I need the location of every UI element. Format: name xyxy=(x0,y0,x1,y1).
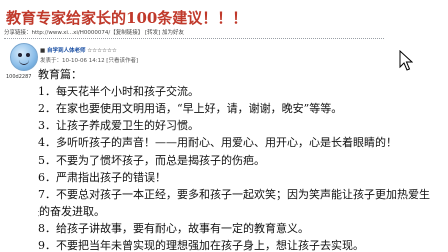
avatar-mouth-icon xyxy=(19,60,29,65)
list-item: 5．不要为了惯坏孩子，而总是揭孩子的伤疤。 xyxy=(38,154,265,167)
list-item: 8．给孩子讲故事，要有耐心，故事有一定的教育意义。 xyxy=(38,222,309,235)
content-heading: 教育篇： xyxy=(38,68,82,81)
page-title: 教育专家给家长的100条建议！！！ xyxy=(6,9,248,27)
divider xyxy=(4,38,384,39)
list-item: 快的奋发进取。 xyxy=(38,205,105,218)
avatar[interactable] xyxy=(10,43,38,71)
list-item: 7．不要总对孩子一本正经，要多和孩子一起欢笑；因为笑声能让孩子更加热爱生 xyxy=(38,188,430,201)
user-id: 100d2287 xyxy=(6,74,32,80)
screenshot-page: 教育专家给家长的100条建议！！！ 分享链接：http://www.xi...x… xyxy=(0,0,448,252)
avatar-eye-icon xyxy=(26,53,30,57)
poster-line: ■ 自学到人体老师 ☆☆☆☆☆☆ xyxy=(40,46,117,54)
poster-rating: ☆☆☆☆☆☆ xyxy=(87,48,117,54)
avatar-eye-icon xyxy=(18,53,22,57)
list-item: 6．严肃指出孩子的错误！ xyxy=(38,171,166,184)
list-item: 4．多听听孩子的声音！——用耐心、用爱心、用开心，心是长着眼睛的！ xyxy=(38,136,397,149)
poster-name[interactable]: 自学到人体老师 xyxy=(47,48,86,54)
post-meta: 发表于：10-10-06 14:12 [只看该作者] xyxy=(40,58,139,64)
share-link-row[interactable]: 分享链接：http://www.xi...xi/H0000074/【复制链接】 … xyxy=(4,28,184,36)
list-item: 2．在家也要使用文明用语，“早上好，请，谢谢，晚安”等等。 xyxy=(38,102,343,115)
list-item: 1．每天花半个小时和孩子交流。 xyxy=(38,85,199,98)
mouse-cursor-icon xyxy=(399,50,413,71)
list-item: 3．让孩子养成爱卫生的好习惯。 xyxy=(38,119,199,132)
post-content: 教育篇： 1．每天花半个小时和孩子交流。 2．在家也要使用文明用语，“早上好，请… xyxy=(38,66,442,252)
list-item: 9．不要把当年未曾实现的理想强加在孩子身上，想让孩子去实现。 xyxy=(38,239,364,252)
poster-prefix-icon: ■ xyxy=(40,48,46,54)
